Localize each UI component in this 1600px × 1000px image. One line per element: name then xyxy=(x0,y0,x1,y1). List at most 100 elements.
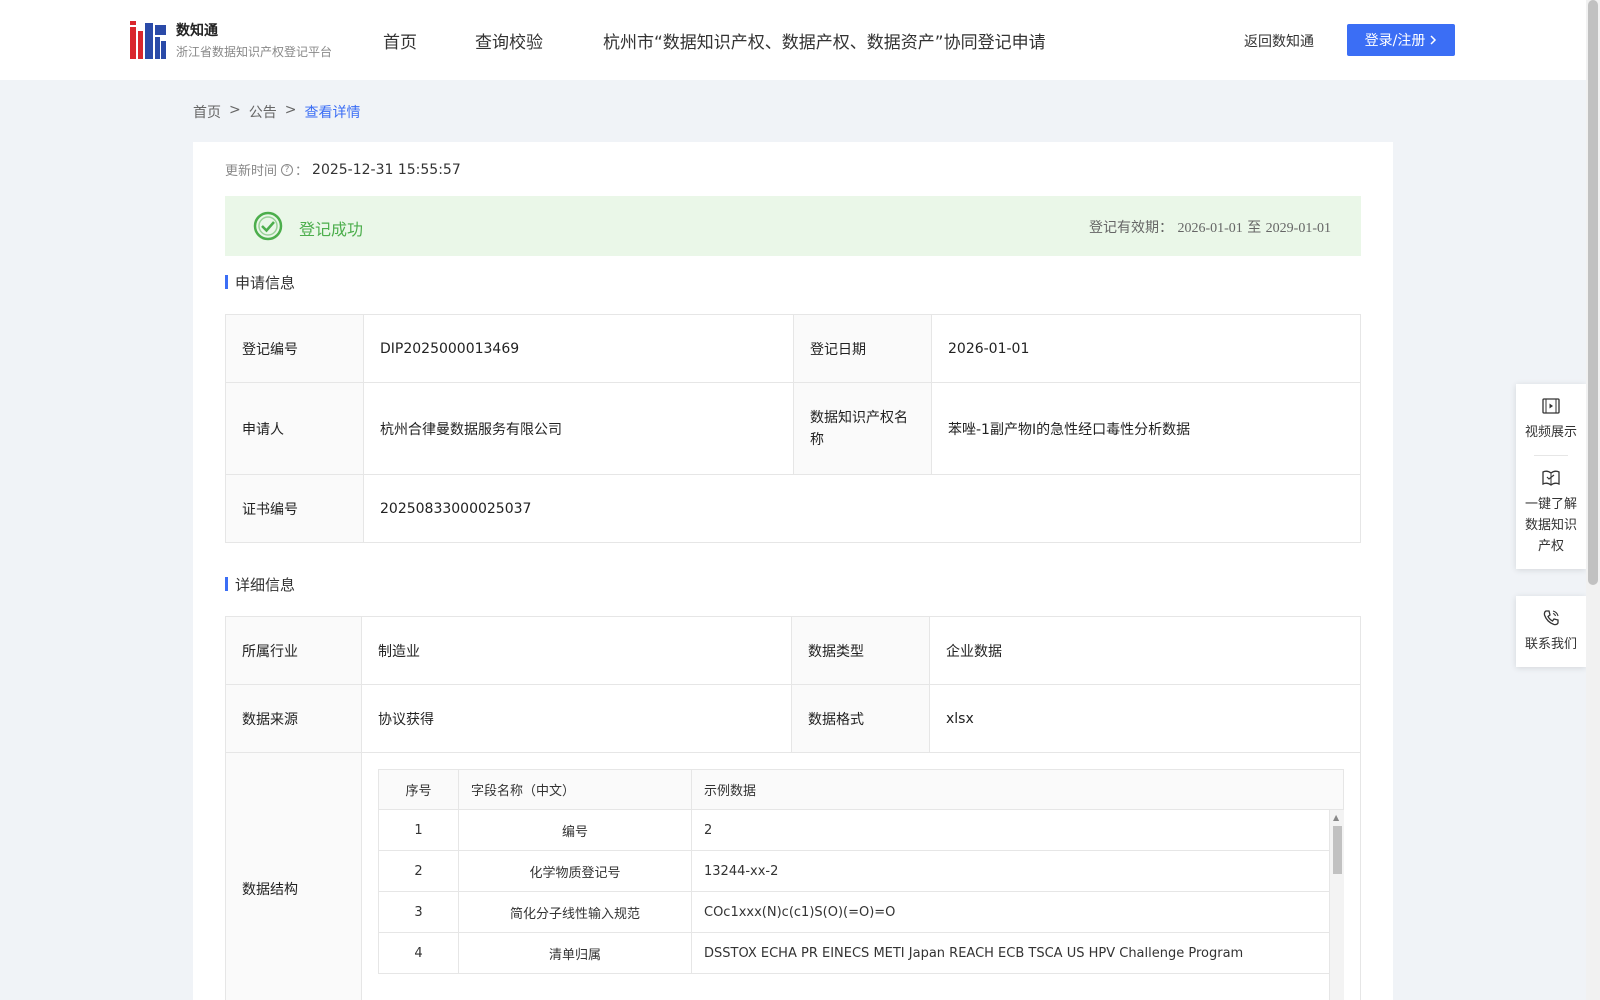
cell-sample: DSSTOX ECHA PR EINECS METI Japan REACH E… xyxy=(691,932,1344,974)
structure-cell: 序号 字段名称（中文） 示例数据 1 编号 2 2 化学物质登记号 1 3244-… xyxy=(361,752,1361,1000)
data-type-label: 数据类型 xyxy=(791,616,930,685)
cert-no-label: 证书编号 xyxy=(225,474,364,543)
validity-label: 登记有效期： xyxy=(1088,220,1173,236)
column-header-sample: 示例数据 xyxy=(691,769,1344,810)
reg-no-label: 登记编号 xyxy=(225,314,364,383)
table-row: 4 清单归属 DSSTOX ECHA PR EINECS METI Japan … xyxy=(378,932,1344,974)
application-info-table: 登记编号 DIP2025000013469 登记日期 2026-01-01 申请… xyxy=(225,314,1361,543)
float-panel-guide: 视频展示 一键了解 数据知识 产权 xyxy=(1516,384,1586,569)
chevron-right-icon xyxy=(1430,35,1437,45)
update-time-value: 2025-12-31 15:55:57 xyxy=(312,161,461,178)
reg-date-label: 登记日期 xyxy=(793,314,932,383)
validity-period: 登记有效期： 2026-01-01 至 2029-01-01 xyxy=(1089,217,1331,237)
scroll-up-arrow-icon[interactable]: ▲ xyxy=(1333,813,1339,822)
breadcrumb: 首页 > 公告 > 查看详情 xyxy=(193,102,360,122)
help-icon[interactable]: ? xyxy=(281,163,294,176)
cert-no-value: 20250833000025037 xyxy=(363,474,1361,543)
learn-data-ip-label: 一键了解 数据知识 产权 xyxy=(1525,494,1577,557)
float-panel-contact: 联系我们 xyxy=(1516,596,1586,667)
cell-index: 1 xyxy=(378,809,459,851)
source-label: 数据来源 xyxy=(225,684,362,753)
breadcrumb-separator: > xyxy=(284,102,297,118)
table-row: 数据来源 协议获得 数据格式 xlsx xyxy=(225,684,1361,753)
reg-no-value: DIP2025000013469 xyxy=(363,314,794,383)
reg-date-value: 2026-01-01 xyxy=(931,314,1361,383)
nav-query-verify[interactable]: 查询校验 xyxy=(475,28,543,53)
structure-header-row: 序号 字段名称（中文） 示例数据 xyxy=(378,769,1344,810)
structure-table-wrapper[interactable]: 序号 字段名称（中文） 示例数据 1 编号 2 2 化学物质登记号 1 3244-… xyxy=(378,769,1344,1000)
validity-from: 2026-01-01 xyxy=(1177,221,1243,236)
cell-sample: COc1xxx(N)c(c1)S(O)(=O)=O xyxy=(691,891,1344,933)
learn-label-line: 产权 xyxy=(1537,539,1564,554)
check-circle-icon xyxy=(253,211,283,241)
logo-title[interactable]: 数知通 xyxy=(176,20,218,40)
detail-info-table: 所属行业 制造业 数据类型 企业数据 数据来源 协议获得 数据格式 xlsx 数… xyxy=(225,616,1361,1000)
cell-sample: 13244-xx-2 xyxy=(691,850,1344,892)
cell-index: 3 xyxy=(378,891,459,933)
book-icon xyxy=(1542,470,1560,486)
update-time-row: 更新时间 ? ： 2025-12-31 15:55:57 xyxy=(225,160,461,180)
login-register-label: 登录/注册 xyxy=(1364,33,1426,49)
table-row: 2 化学物质登记号 13244-xx-2 xyxy=(378,850,1344,892)
cell-field-name: 简化分子线性输入规范 xyxy=(458,891,692,933)
table-row: 1 编号 2 xyxy=(378,809,1344,851)
update-time-label: 更新时间 xyxy=(225,164,278,179)
video-showcase-label: 视频展示 xyxy=(1524,425,1577,440)
applicant-value: 杭州合律曼数据服务有限公司 xyxy=(363,382,794,475)
table-row: 所属行业 制造业 数据类型 企业数据 xyxy=(225,616,1361,685)
table-row: 登记编号 DIP2025000013469 登记日期 2026-01-01 xyxy=(225,314,1361,383)
table-row: 证书编号 20250833000025037 xyxy=(225,474,1361,543)
nav-home[interactable]: 首页 xyxy=(383,28,417,53)
cell-index: 2 xyxy=(378,850,459,892)
structure-table: 序号 字段名称（中文） 示例数据 1 编号 2 2 化学物质登记号 1 3244-… xyxy=(378,769,1344,974)
industry-value: 制造业 xyxy=(361,616,792,685)
ip-name-label: 数据知识产权名称 xyxy=(793,382,932,475)
application-section-title: 申请信息 xyxy=(225,272,295,293)
validity-to: 2029-01-01 xyxy=(1265,221,1331,236)
page-scrollbar[interactable] xyxy=(1586,0,1600,1000)
breadcrumb-announcement[interactable]: 公告 xyxy=(249,102,277,122)
logo-subtitle: 浙江省数据知识产权登记平台 xyxy=(176,45,333,59)
column-header-index: 序号 xyxy=(378,769,459,810)
table-row: 申请人 杭州合律曼数据服务有限公司 数据知识产权名称 苯唑-1副产物Ⅰ的急性经口… xyxy=(225,382,1361,475)
login-register-button[interactable]: 登录/注册 xyxy=(1347,24,1455,56)
cell-sample: 2 xyxy=(691,809,1344,851)
contact-us-button[interactable]: 联系我们 xyxy=(1516,596,1586,667)
format-label: 数据格式 xyxy=(791,684,930,753)
table-row: 3 简化分子线性输入规范 COc1xxx(N)c(c1)S(O)(=O)=O xyxy=(378,891,1344,933)
learn-label-line: 一键了解 xyxy=(1524,497,1577,512)
video-showcase-button[interactable]: 视频展示 xyxy=(1516,384,1586,455)
breadcrumb-current: 查看详情 xyxy=(304,105,361,121)
detail-card: 更新时间 ? ： 2025-12-31 15:55:57 登记成功 登记有效期：… xyxy=(193,142,1393,1000)
validity-to-word: 至 xyxy=(1247,220,1262,236)
industry-label: 所属行业 xyxy=(225,616,362,685)
back-to-shuzhitong-link[interactable]: 返回数知通 xyxy=(1244,31,1314,51)
page-scrollbar-thumb[interactable] xyxy=(1588,0,1598,585)
cell-field-name: 清单归属 xyxy=(458,932,692,974)
logo-icon[interactable] xyxy=(130,21,166,59)
cell-field-name: 化学物质登记号 xyxy=(458,850,692,892)
breadcrumb-home[interactable]: 首页 xyxy=(193,102,221,122)
learn-data-ip-button[interactable]: 一键了解 数据知识 产权 xyxy=(1516,456,1586,569)
cell-index: 4 xyxy=(378,932,459,974)
column-header-field-name: 字段名称（中文） xyxy=(458,769,692,810)
top-header: 数知通 浙江省数据知识产权登记平台 首页 查询校验 杭州市“数据知识产权、数据产… xyxy=(0,0,1586,80)
status-banner: 登记成功 登记有效期： 2026-01-01 至 2029-01-01 xyxy=(225,196,1361,256)
cell-field-name: 编号 xyxy=(458,809,692,851)
video-icon xyxy=(1542,398,1560,414)
applicant-label: 申请人 xyxy=(225,382,364,475)
phone-icon xyxy=(1543,610,1559,626)
structure-label: 数据结构 xyxy=(225,752,362,1000)
breadcrumb-separator: > xyxy=(229,102,241,118)
update-time-colon: ： xyxy=(295,164,309,179)
table-row: 数据结构 序号 字段名称（中文） 示例数据 1 编号 2 2 化学物质登记号 1… xyxy=(225,752,1361,1000)
structure-table-scrollbar[interactable]: ▲ xyxy=(1329,810,1344,1000)
learn-label-line: 数据知识 xyxy=(1524,518,1577,533)
nav-hangzhou-registration[interactable]: 杭州市“数据知识产权、数据产权、数据资产”协同登记申请 xyxy=(603,28,1046,53)
format-value: xlsx xyxy=(929,684,1361,753)
ip-name-value: 苯唑-1副产物Ⅰ的急性经口毒性分析数据 xyxy=(931,382,1361,475)
detail-section-title: 详细信息 xyxy=(225,574,295,595)
contact-us-label: 联系我们 xyxy=(1524,637,1577,652)
scrollbar-thumb[interactable] xyxy=(1333,826,1342,874)
source-value: 协议获得 xyxy=(361,684,792,753)
